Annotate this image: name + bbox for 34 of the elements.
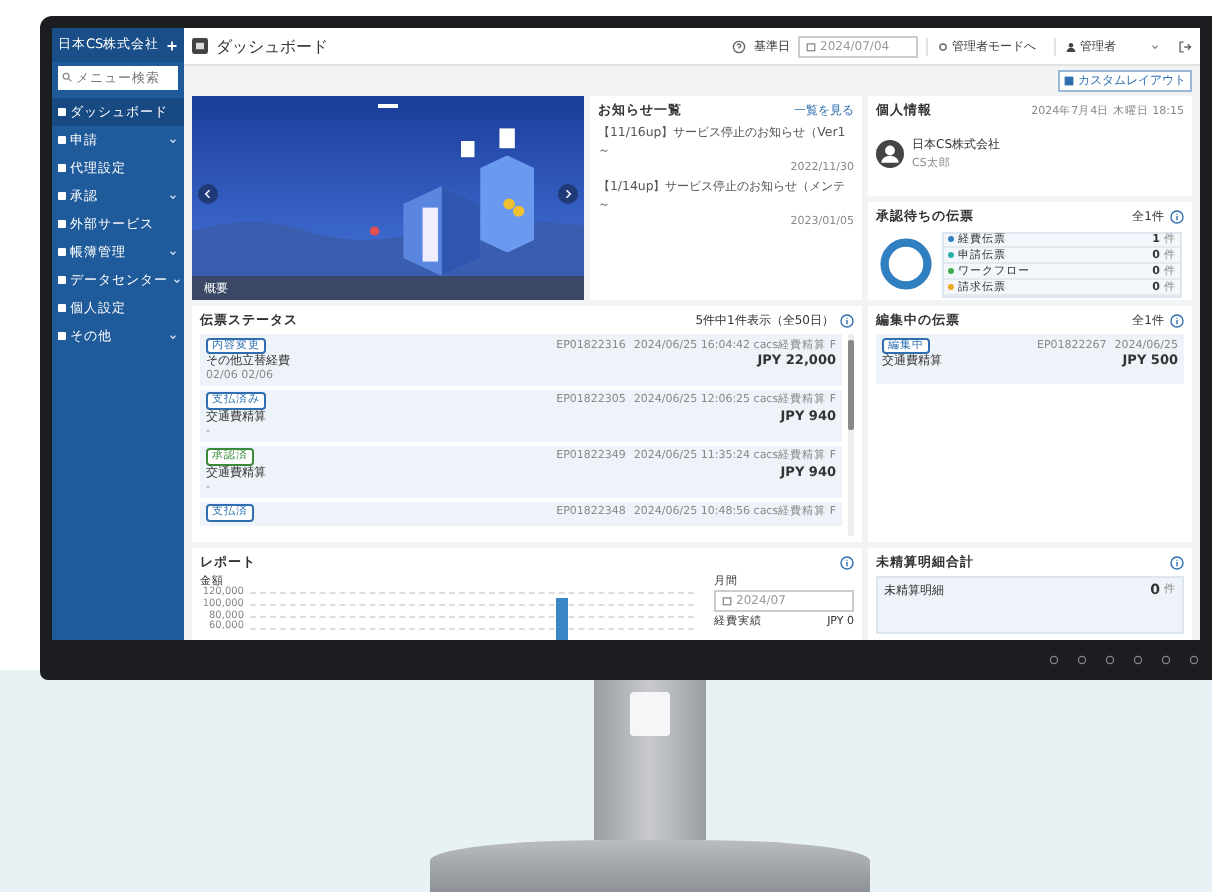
monitor-button-icon[interactable]	[1076, 654, 1088, 666]
layout-icon	[1064, 76, 1074, 86]
info-icon[interactable]	[840, 314, 854, 328]
page-title: ダッシュボード	[216, 35, 328, 57]
info-icon[interactable]	[1170, 209, 1184, 223]
info-icon[interactable]	[1170, 314, 1184, 328]
app-icon	[192, 38, 208, 54]
monitor-button-icon[interactable]	[1132, 654, 1144, 666]
calendar-icon	[722, 596, 732, 606]
next-slide-button[interactable]	[558, 184, 578, 204]
avatar-icon	[876, 139, 904, 167]
scrollbar[interactable]	[848, 334, 854, 536]
donut-graphic	[878, 236, 934, 293]
chevron-right-icon	[562, 188, 574, 200]
monitor-button-icon[interactable]	[1048, 654, 1060, 666]
chevron-down-icon	[1150, 41, 1160, 51]
chevron-down-icon	[168, 191, 178, 201]
logout-icon[interactable]	[1178, 39, 1192, 53]
calendar-icon	[806, 41, 816, 51]
user-icon	[1066, 41, 1076, 51]
chevron-down-icon	[168, 331, 178, 341]
plus-icon[interactable]	[166, 39, 178, 51]
monitor-button-icon[interactable]	[1188, 654, 1200, 666]
info-icon[interactable]	[1170, 556, 1184, 570]
chevron-down-icon	[172, 275, 182, 285]
chevron-down-icon	[168, 135, 178, 145]
chevron-down-icon	[168, 247, 178, 257]
monitor-button-icon[interactable]	[1160, 654, 1172, 666]
info-icon[interactable]	[840, 556, 854, 570]
previous-slide-button[interactable]	[198, 184, 218, 204]
chevron-left-icon	[202, 188, 214, 200]
monitor-button-icon[interactable]	[1104, 654, 1116, 666]
chart-bar	[556, 598, 568, 640]
help-icon[interactable]	[732, 39, 746, 53]
